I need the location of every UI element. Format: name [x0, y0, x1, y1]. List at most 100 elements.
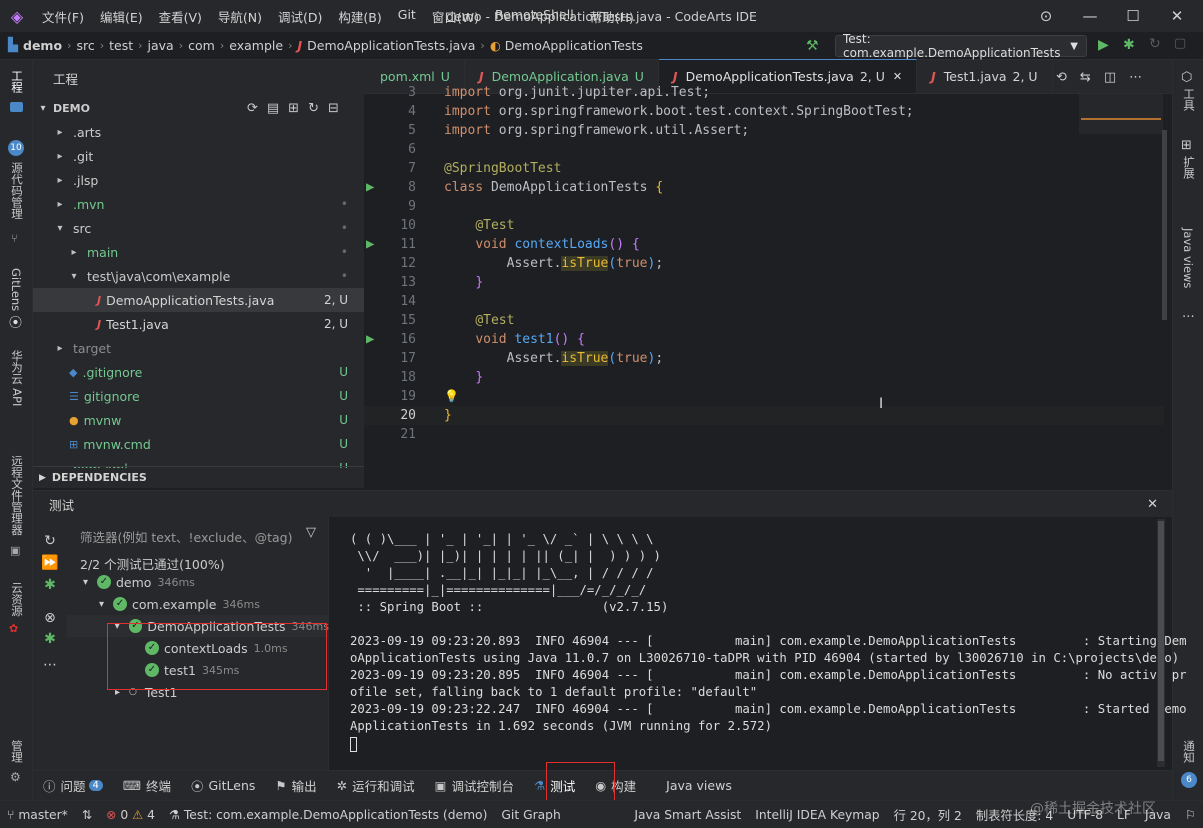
activity-project[interactable]: 工程	[9, 70, 25, 93]
account-icon[interactable]: ⊙	[1024, 0, 1068, 32]
close-tab-icon[interactable]: ✕	[893, 70, 902, 83]
tree-item[interactable]: ▸.mvn•	[33, 192, 364, 216]
tree-item[interactable]: ▸main•	[33, 240, 364, 264]
coverage-icon[interactable]: ✱	[41, 631, 59, 647]
tree-item[interactable]: JDemoApplicationTests.java2, U	[33, 288, 364, 312]
cursor-position[interactable]: 行 20，列 2	[887, 806, 969, 824]
activity-huawei-api[interactable]: 华为云 API	[9, 350, 25, 406]
bell-icon[interactable]: ⚐	[1178, 808, 1203, 822]
tree-item[interactable]: ▸target	[33, 336, 364, 360]
dependencies-section[interactable]: ▶ DEPENDENCIES	[33, 466, 364, 488]
remote-files-icon: ▣	[10, 544, 20, 557]
run-all-icon[interactable]: ⏩	[41, 555, 59, 571]
activity-notifications[interactable]: 通知	[1181, 740, 1197, 763]
tree-item[interactable]: ⊞mvnw.cmdU	[33, 432, 364, 456]
more-icon[interactable]: ⋯	[1182, 308, 1195, 323]
menu-item[interactable]: 构建(B)	[330, 7, 389, 26]
branch-item[interactable]: ⑂ master*	[0, 808, 75, 822]
test-filter-input[interactable]: 筛选器(例如 text、!exclude、@tag)	[80, 527, 292, 546]
breadcrumb-item[interactable]: example	[229, 38, 283, 53]
hammer-icon[interactable]: ⚒	[806, 38, 819, 54]
test-item[interactable]: ▾✓demo346ms	[67, 571, 329, 593]
menu-item[interactable]: 导航(N)	[210, 7, 270, 26]
test-output-console[interactable]: ( ( )\___ | '_ | '_| | '_ \/ _` | \ \ \ …	[329, 517, 1172, 771]
breadcrumb-item[interactable]: com	[188, 38, 215, 53]
run-config-select[interactable]: Test: com.example.DemoApplicationTests ▼	[835, 35, 1087, 57]
activity-manage[interactable]: 管理	[9, 740, 25, 763]
run-test-gutter-icon[interactable]: ▶	[366, 330, 374, 349]
panel-tab[interactable]: ⚑输出	[265, 772, 326, 800]
activity-cloud-resources[interactable]: 云资源	[9, 582, 25, 617]
menu-item[interactable]: RemoteShell	[487, 7, 582, 26]
close-window-button[interactable]: ✕	[1155, 0, 1199, 32]
panel-tab[interactable]: ▣调试控制台	[425, 772, 524, 800]
activity-scm[interactable]: 源代码管理	[9, 162, 25, 220]
menu-item[interactable]: 帮助(H)	[582, 7, 642, 26]
tree-item[interactable]: ▾src•	[33, 216, 364, 240]
refresh-icon[interactable]: ↻	[41, 533, 59, 549]
filter-icon[interactable]: ▽	[306, 525, 316, 540]
tree-item[interactable]: ▸.arts	[33, 120, 364, 144]
activity-tools[interactable]: 工具	[1181, 88, 1197, 111]
tree-item[interactable]: ▸.git	[33, 144, 364, 168]
breadcrumb-item[interactable]: DemoApplicationTests	[505, 38, 643, 53]
run-test-gutter-icon[interactable]: ▶	[366, 178, 374, 197]
activity-extensions[interactable]: 扩展	[1181, 156, 1197, 179]
menu-item[interactable]: 查看(V)	[151, 7, 210, 26]
lightbulb-icon[interactable]: 💡	[444, 387, 459, 406]
minimap[interactable]	[1079, 94, 1163, 134]
activity-java-views[interactable]: Java views	[1181, 228, 1195, 288]
maximize-button[interactable]: ☐	[1111, 0, 1155, 32]
code-area[interactable]: 3import org.junit.jupiter.api.Test;4impo…	[364, 94, 1172, 488]
menu-item[interactable]: 文件(F)	[34, 7, 92, 26]
console-scrollbar[interactable]	[1157, 519, 1165, 767]
debug-all-icon[interactable]: ✱	[41, 577, 59, 593]
more-icon[interactable]: ⋯	[41, 657, 59, 673]
menu-item[interactable]: Git	[390, 7, 424, 26]
breadcrumb-item[interactable]: demo	[23, 38, 62, 53]
menu-item[interactable]: 编辑(E)	[92, 7, 151, 26]
activity-gitlens[interactable]: GitLens	[9, 268, 23, 311]
gitlens-icon: ⦿	[9, 312, 22, 331]
explorer-root-row[interactable]: ▾ DEMO ⟳▤⊞↻⊟	[33, 96, 364, 120]
rerun-icon[interactable]: ↻	[1149, 36, 1161, 52]
problems-item[interactable]: ⊗ 0 ⚠ 4	[99, 808, 162, 822]
tree-item[interactable]: ●mvnwU	[33, 408, 364, 432]
tree-item-label: gitignore	[84, 389, 140, 404]
breadcrumb-item[interactable]: test	[109, 38, 133, 53]
tree-item[interactable]: ◆.gitignoreU	[33, 360, 364, 384]
tree-item[interactable]: ▸.jlsp	[33, 168, 364, 192]
breadcrumb-item[interactable]: DemoApplicationTests.java	[307, 38, 475, 53]
panel-tab[interactable]: Java views	[646, 772, 742, 800]
tree-item[interactable]: JTest1.java2, U	[33, 312, 364, 336]
test-item[interactable]: ▾✓com.example346ms	[67, 593, 329, 615]
run-test-gutter-icon[interactable]: ▶	[366, 235, 374, 254]
menu-item[interactable]: 调试(D)	[270, 7, 330, 26]
explorer-actions[interactable]: ⟳▤⊞↻⊟	[247, 101, 348, 116]
cancel-icon[interactable]: ⊗	[41, 610, 59, 626]
minimize-button[interactable]: —	[1068, 0, 1112, 32]
gear-icon[interactable]: ⚙	[10, 770, 21, 784]
tree-item[interactable]: ☰gitignoreU	[33, 384, 364, 408]
tree-item[interactable]: ▾test\java\com\example•	[33, 264, 364, 288]
panel-tab[interactable]: ⓘ问题4	[33, 772, 113, 800]
panel-tab[interactable]: ⌨终端	[113, 772, 181, 800]
java-file-icon: J	[479, 69, 484, 84]
menu-item[interactable]: 窗口(W)	[424, 7, 487, 26]
panel-tab[interactable]: ⦿GitLens	[181, 772, 265, 800]
sync-icon[interactable]: ⇅	[75, 808, 99, 822]
breadcrumb-item[interactable]: src	[76, 38, 94, 53]
keymap[interactable]: IntelliJ IDEA Keymap	[748, 808, 886, 822]
java-smart-assist[interactable]: Java Smart Assist	[627, 808, 748, 822]
passed-icon: ✓	[113, 597, 127, 611]
breadcrumb-item[interactable]: java	[148, 38, 174, 53]
editor-scrollbar[interactable]	[1162, 130, 1167, 320]
activity-remote-files[interactable]: 远程文件管理器	[9, 455, 25, 536]
git-graph[interactable]: Git Graph	[494, 808, 567, 822]
test-status[interactable]: ⚗ Test: com.example.DemoApplicationTests…	[162, 808, 494, 822]
run-icon[interactable]: ▶	[1098, 37, 1109, 53]
panel-tab[interactable]: ✲运行和调试	[327, 772, 425, 800]
close-panel-icon[interactable]: ✕	[1147, 497, 1158, 512]
debug-icon[interactable]: ✱	[1123, 37, 1135, 53]
stop-icon[interactable]: ▢	[1174, 36, 1186, 51]
